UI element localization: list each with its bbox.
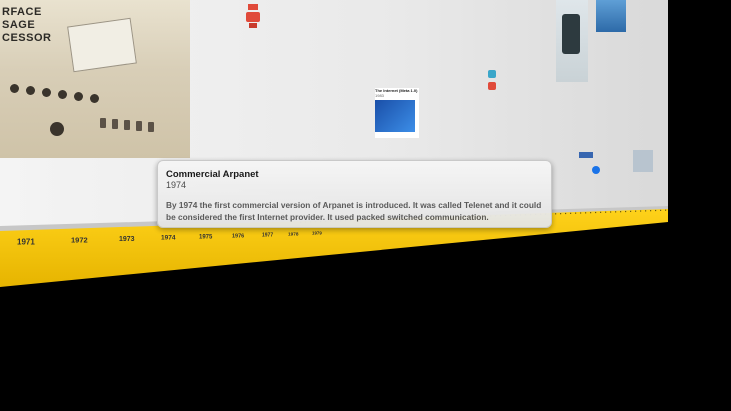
network-image (375, 100, 415, 132)
switch-graphic (124, 120, 130, 130)
phone-thumbnail[interactable] (556, 0, 588, 82)
timeline-tick (590, 212, 592, 214)
timeline-tick (625, 210, 627, 213)
knob-graphic (42, 88, 51, 97)
year-label[interactable]: 1976 (232, 233, 244, 239)
timeline-tick (605, 211, 607, 213)
event-tooltip: Commercial Arpanet 1974 By 1974 the firs… (157, 160, 552, 228)
timeline-tick (600, 211, 602, 213)
knob-graphic (26, 86, 35, 95)
knob-graphic (74, 92, 83, 101)
timeline-tick (645, 210, 647, 212)
tooltip-year: 1974 (166, 180, 187, 190)
timeline-tick (565, 212, 567, 215)
timeline-tick (595, 211, 597, 214)
knob-graphic (10, 84, 19, 93)
timeline-tick (555, 213, 557, 215)
switch-graphic (100, 118, 106, 128)
brand-logo-icon (592, 166, 600, 174)
timeline-tick (585, 212, 587, 214)
tooltip-title: Commercial Arpanet (166, 169, 259, 180)
timeline-tick (615, 211, 617, 213)
knob-graphic (58, 90, 67, 99)
year-label[interactable]: 1972 (71, 236, 88, 245)
timeline-tick (660, 209, 662, 211)
year-label[interactable]: 1979 (312, 231, 322, 236)
app-icon[interactable] (488, 82, 496, 90)
timeline-stage: 1971 1972 1973 1974 1975 1976 1977 1978 1979 RFA… (0, 0, 731, 411)
switch-graphic (148, 122, 154, 132)
switch-graphic (112, 119, 118, 129)
timeline-tick (570, 212, 572, 214)
nameplate-graphic (67, 17, 137, 73)
timeline-tick (610, 211, 612, 213)
dark-backdrop (668, 0, 731, 222)
phone-graphic (562, 14, 580, 54)
year-label[interactable]: 1973 (119, 236, 135, 243)
timeline-tick (640, 210, 642, 212)
knob-graphic (90, 94, 99, 103)
imp-photo-card[interactable]: RFACE SAGE CESSOR (0, 0, 190, 158)
timeline-tick (635, 210, 637, 212)
year-label[interactable]: 1977 (262, 232, 273, 238)
photo-caption-text: RFACE SAGE CESSOR (2, 6, 52, 44)
year-label[interactable]: 1975 (199, 234, 213, 240)
timeline-tick (630, 210, 632, 212)
brand-logo-icon (579, 152, 593, 158)
app-icon[interactable] (488, 70, 496, 78)
switch-graphic (136, 121, 142, 131)
internet-card[interactable]: The Internet (Meta 1.0) 1983 (375, 88, 419, 138)
timeline-tick (665, 209, 667, 211)
year-label[interactable]: 1971 (17, 237, 35, 246)
timeline-tick (620, 211, 622, 213)
tooltip-description: By 1974 the first commercial version of … (166, 200, 542, 222)
timeline-tick (650, 210, 652, 212)
timeline-tick (560, 213, 562, 215)
timeline-tick (580, 212, 582, 214)
printer-icon[interactable] (246, 4, 262, 30)
timeline-tick (575, 212, 577, 214)
year-label[interactable]: 1978 (288, 232, 299, 237)
internet-card-year: 1983 (375, 93, 384, 98)
screenshot-thumbnail[interactable] (633, 150, 653, 172)
sky-thumbnail[interactable] (596, 0, 626, 32)
year-label[interactable]: 1974 (161, 235, 176, 242)
knob-graphic (50, 122, 64, 136)
timeline-tick (655, 209, 657, 212)
